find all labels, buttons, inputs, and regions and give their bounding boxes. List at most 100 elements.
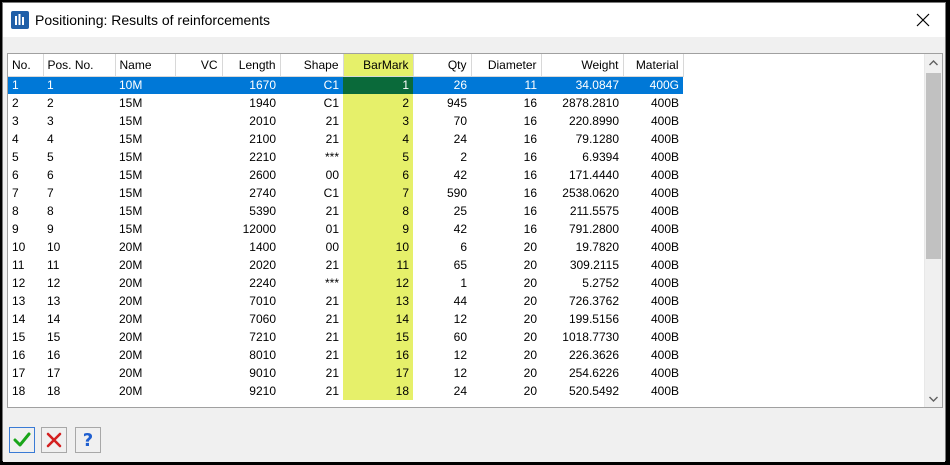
cell-bar: 14 bbox=[343, 310, 413, 328]
header-row: No. Pos. No. Name VC Length Shape BarMark Qty Di… bbox=[8, 54, 684, 77]
scroll-thumb[interactable] bbox=[926, 73, 941, 259]
cell-no: 15 bbox=[12, 330, 26, 344]
cell-mat: 400B bbox=[650, 258, 679, 272]
cell-dia: 16 bbox=[523, 150, 537, 164]
cell-shape: C1 bbox=[323, 96, 339, 110]
cell-no: 8 bbox=[12, 204, 19, 218]
results-grid[interactable]: No. Pos. No. Name VC Length Shape BarMark Qty Di… bbox=[7, 53, 943, 408]
cell-qty: 42 bbox=[453, 222, 467, 236]
cell-dia: 20 bbox=[523, 294, 537, 308]
column-header-qty[interactable]: Qty bbox=[413, 54, 472, 77]
cell-len: 8010 bbox=[249, 348, 276, 362]
table-row[interactable]: 7 7 15M 2740 C1 7 590 16 2538.0620 400B bbox=[8, 184, 683, 202]
scroll-down-arrow[interactable] bbox=[925, 390, 942, 407]
table-row[interactable]: 2 2 15M 1940 C1 2 945 16 2878.2810 400B bbox=[8, 94, 683, 112]
cell-qty: 1 bbox=[460, 276, 467, 290]
table-row[interactable]: 17 17 20M 9010 21 17 12 20 254.6226 400B bbox=[8, 364, 683, 382]
cell-wt: 520.5492 bbox=[568, 384, 619, 398]
cell-no: 10 bbox=[12, 240, 26, 254]
cell-mat: 400B bbox=[650, 348, 679, 362]
column-header-pos[interactable]: Pos. No. bbox=[43, 54, 116, 77]
help-button[interactable]: ? bbox=[75, 427, 101, 453]
cell-qty: 6 bbox=[460, 240, 467, 254]
cell-wt: 5.2752 bbox=[582, 276, 619, 290]
cell-bar: 11 bbox=[343, 256, 413, 274]
table-row[interactable]: 6 6 15M 2600 00 6 42 16 171.4440 400B bbox=[8, 166, 683, 184]
column-header-name[interactable]: Name bbox=[115, 54, 176, 77]
column-header-shape[interactable]: Shape bbox=[280, 54, 344, 77]
cell-name: 10M bbox=[115, 76, 175, 94]
cell-len: 7010 bbox=[249, 294, 276, 308]
cell-dia: 20 bbox=[523, 312, 537, 326]
cell-len: 2240 bbox=[249, 276, 276, 290]
column-header-len[interactable]: Length bbox=[222, 54, 281, 77]
table-row[interactable]: 10 10 20M 1400 00 10 6 20 19.7820 400B bbox=[8, 238, 683, 256]
table-row[interactable]: 18 18 20M 9210 21 18 24 20 520.5492 400B bbox=[8, 382, 683, 400]
cell-dia: 20 bbox=[523, 240, 537, 254]
cell-bar: 16 bbox=[343, 346, 413, 364]
cell-dia: 20 bbox=[523, 366, 537, 380]
cell-name: 20M bbox=[119, 348, 143, 362]
cell-pos: 7 bbox=[47, 186, 54, 200]
cell-len: 7210 bbox=[249, 330, 276, 344]
cell-no: 18 bbox=[12, 384, 26, 398]
cell-len: 2600 bbox=[249, 168, 276, 182]
cell-pos: 4 bbox=[47, 132, 54, 146]
cell-bar: 2 bbox=[343, 94, 413, 112]
cell-mat: 400B bbox=[650, 312, 679, 326]
table-row[interactable]: 5 5 15M 2210 *** 5 2 16 6.9394 400B bbox=[8, 148, 683, 166]
cell-mat: 400G bbox=[623, 76, 683, 94]
cell-mat: 400B bbox=[650, 276, 679, 290]
column-header-vc[interactable]: VC bbox=[175, 54, 223, 77]
cell-shape: 00 bbox=[325, 240, 339, 254]
window-title: Positioning: Results of reinforcements bbox=[35, 12, 270, 28]
cell-bar: 8 bbox=[343, 202, 413, 220]
cell-bar: 4 bbox=[343, 130, 413, 148]
cell-bar: 13 bbox=[343, 292, 413, 310]
cell-qty: 24 bbox=[453, 132, 467, 146]
cell-vc bbox=[175, 328, 222, 346]
table-row[interactable]: 14 14 20M 7060 21 14 12 20 199.5156 400B bbox=[8, 310, 683, 328]
column-header-dia[interactable]: Diameter bbox=[471, 54, 542, 77]
table-row[interactable]: 16 16 20M 8010 21 16 12 20 226.3626 400B bbox=[8, 346, 683, 364]
cancel-button[interactable] bbox=[41, 427, 67, 453]
table-row[interactable]: 11 11 20M 2020 21 11 65 20 309.2115 400B bbox=[8, 256, 683, 274]
column-header-no[interactable]: No. bbox=[8, 54, 44, 77]
column-header-bar[interactable]: BarMark bbox=[343, 54, 414, 77]
table-row[interactable]: 13 13 20M 7010 21 13 44 20 726.3762 400B bbox=[8, 292, 683, 310]
table-row[interactable]: 8 8 15M 5390 21 8 25 16 211.5575 400B bbox=[8, 202, 683, 220]
cell-vc bbox=[175, 256, 222, 274]
cell-shape: C1 bbox=[323, 186, 339, 200]
cell-no: 3 bbox=[12, 114, 19, 128]
column-header-mat[interactable]: Material bbox=[623, 54, 684, 77]
scroll-up-arrow[interactable] bbox=[925, 54, 942, 71]
close-button[interactable] bbox=[901, 3, 945, 37]
table-row[interactable]: 1 1 10M 1670 C1 1 26 11 34.0847 400G bbox=[8, 76, 683, 94]
cell-pos: 14 bbox=[47, 312, 61, 326]
cell-name: 15M bbox=[119, 150, 143, 164]
cell-name: 20M bbox=[119, 240, 143, 254]
cell-qty: 2 bbox=[460, 150, 467, 164]
vertical-scrollbar[interactable] bbox=[924, 54, 942, 407]
cell-mat: 400B bbox=[650, 96, 679, 110]
cell-name: 20M bbox=[119, 294, 143, 308]
cell-dia: 16 bbox=[523, 186, 537, 200]
table-row[interactable]: 15 15 20M 7210 21 15 60 20 1018.7730 400B bbox=[8, 328, 683, 346]
cell-shape: C1 bbox=[280, 76, 343, 94]
cell-qty: 12 bbox=[453, 348, 467, 362]
table-row[interactable]: 12 12 20M 2240 *** 12 1 20 5.2752 400B bbox=[8, 274, 683, 292]
cell-wt: 171.4440 bbox=[568, 168, 619, 182]
table-row[interactable]: 3 3 15M 2010 21 3 70 16 220.8990 400B bbox=[8, 112, 683, 130]
ok-button[interactable] bbox=[9, 427, 35, 453]
table-row[interactable]: 9 9 15M 12000 01 9 42 16 791.2800 400B bbox=[8, 220, 683, 238]
cell-wt: 19.7820 bbox=[575, 240, 619, 254]
cell-bar: 9 bbox=[343, 220, 413, 238]
cell-pos: 10 bbox=[47, 240, 61, 254]
cell-name: 20M bbox=[119, 276, 143, 290]
table-row[interactable]: 4 4 15M 2100 21 4 24 16 79.1280 400B bbox=[8, 130, 683, 148]
cell-shape: *** bbox=[324, 150, 339, 164]
cell-dia: 16 bbox=[523, 204, 537, 218]
cell-pos: 1 bbox=[43, 76, 115, 94]
cell-qty: 60 bbox=[453, 330, 467, 344]
column-header-wt[interactable]: Weight bbox=[541, 54, 624, 77]
